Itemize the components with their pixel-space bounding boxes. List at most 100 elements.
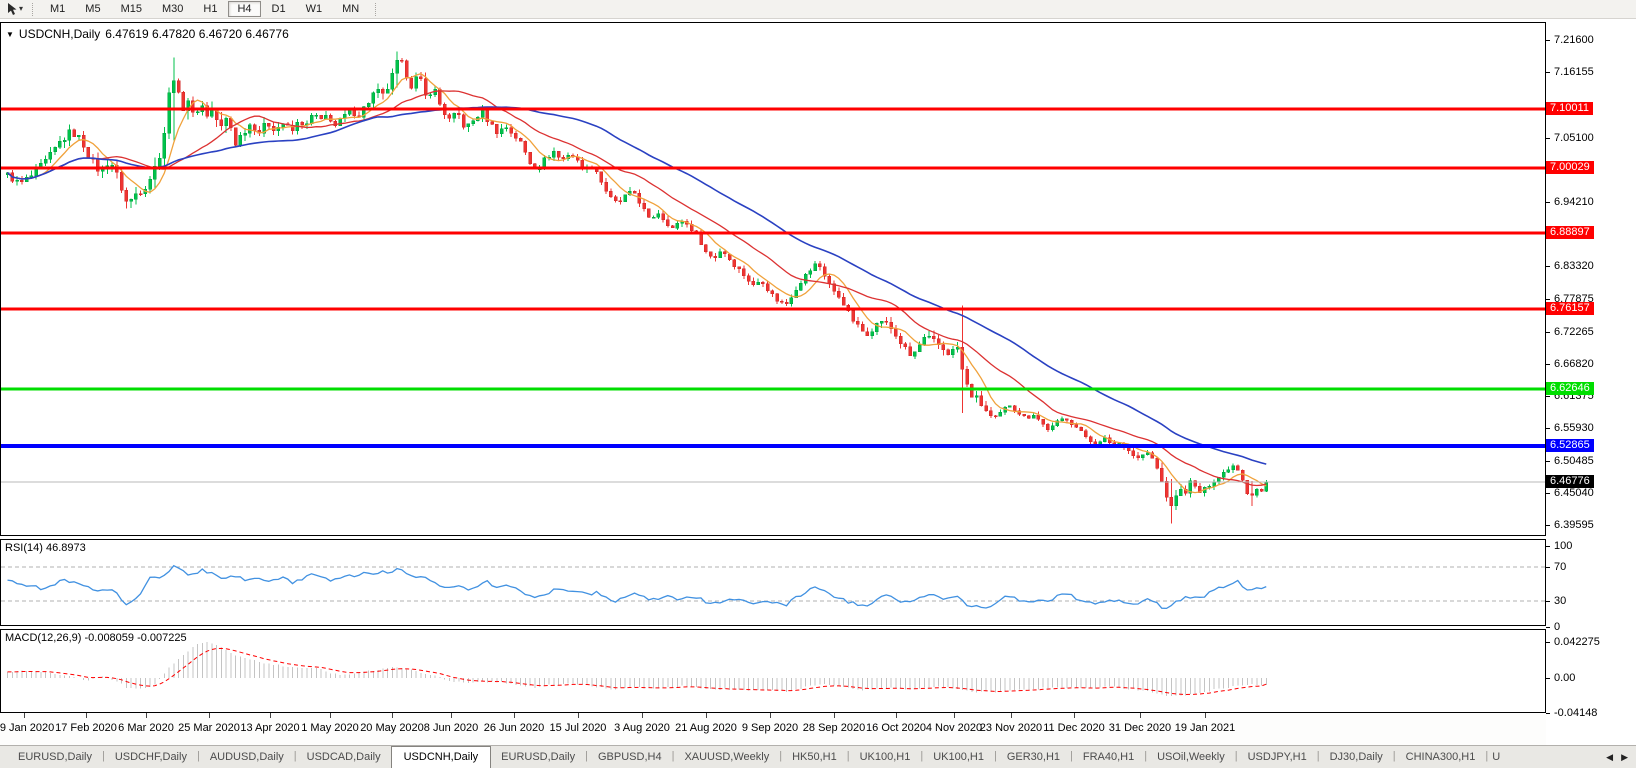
date-tick-mark [706,713,707,718]
price-tick-mark [1546,525,1550,526]
price-tick-mark [1546,461,1550,462]
date-tick-mark [1140,713,1141,718]
tab-scroll-left-icon[interactable]: ◀ [1606,752,1613,768]
price-tick-mark [1546,396,1550,397]
price-tick-label: 6.83320 [1554,260,1594,272]
main-chart-panel[interactable]: ▼ USDCNH,Daily 6.47619 6.47820 6.46720 6… [0,22,1546,536]
price-tick-mark [1546,299,1550,300]
date-tick-mark [330,713,331,718]
date-tick-mark [392,713,393,718]
date-tick-mark [451,713,452,718]
rsi-tick-label: 100 [1554,540,1572,552]
price-tick-label: 6.55930 [1554,422,1594,434]
chart-symbol-period: USDCNH,Daily [19,27,100,41]
timeframe-button-mn[interactable]: MN [333,1,368,17]
cursor-icon [6,2,18,16]
price-tick-mark [1546,428,1550,429]
rsi-tick-label: 70 [1554,561,1566,573]
main-chart-canvas[interactable] [1,23,1545,535]
price-tick-label: 6.66820 [1554,358,1594,370]
chevron-down-icon: ▾ [19,4,23,14]
date-tick-label: 19 Jan 2021 [1160,722,1250,734]
current-price-chip: 6.46776 [1546,475,1594,488]
moving-average-7 [8,74,1267,493]
price-tick-label: 7.05100 [1554,132,1594,144]
date-tick-mark [146,713,147,718]
time-axis[interactable]: 29 Jan 202017 Feb 20206 Mar 202025 Mar 2… [0,713,1546,745]
timeframe-button-m15[interactable]: M15 [112,1,151,17]
macd-tick-label: -0.04148 [1554,707,1597,719]
rsi-tick-mark [1546,546,1550,547]
date-tick-mark [1205,713,1206,718]
macd-signal-line [8,648,1267,694]
chart-tab-china300[interactable]: CHINA300,H1 [1396,746,1486,768]
tab-scroll-right-icon[interactable]: ▶ [1621,752,1628,768]
horizontal-level-lines [1,109,1545,446]
chart-tab-hk50[interactable]: HK50,H1 [782,746,847,768]
rsi-tick-mark [1546,567,1550,568]
price-tick-label: 7.16155 [1554,66,1594,78]
chart-tab-gbpusd[interactable]: GBPUSD,H4 [588,746,672,768]
chart-tab-uk100[interactable]: UK100,H1 [850,746,921,768]
price-tick-mark [1546,493,1550,494]
chart-tab-ger30[interactable]: GER30,H1 [997,746,1070,768]
price-axis[interactable]: 7.216007.161557.051006.942106.833206.778… [1546,20,1636,745]
date-tick-mark [834,713,835,718]
macd-canvas[interactable] [1,630,1545,712]
chart-tab-audusd[interactable]: AUDUSD,Daily [200,746,294,768]
price-tick-label: 6.72265 [1554,326,1594,338]
timeframe-toolbar: ▾ M1M5M15M30H1H4D1W1MN [0,0,1636,19]
chart-dropdown-icon[interactable]: ▼ [6,30,14,39]
toolbar-grip[interactable] [32,3,34,16]
cursor-tool-button[interactable]: ▾ [3,2,26,16]
price-tick-label: 6.45040 [1554,487,1594,499]
price-tick-mark [1546,364,1550,365]
timeframe-button-m5[interactable]: M5 [76,1,109,17]
rsi-line [8,566,1267,609]
chart-tab-fra40[interactable]: FRA40,H1 [1073,746,1144,768]
chart-tab-usdchf[interactable]: USDCHF,Daily [105,746,197,768]
date-tick-mark [1011,713,1012,718]
date-tick-mark [514,713,515,718]
mt4-window: ▾ M1M5M15M30H1H4D1W1MN ▼ USDCNH,Daily 6.… [0,0,1636,768]
chart-tab-uk100[interactable]: UK100,H1 [923,746,994,768]
chart-tab-usdcad[interactable]: USDCAD,Daily [297,746,391,768]
chart-tab-xauusd[interactable]: XAUUSD,Weekly [674,746,779,768]
price-level-chip: 7.10011 [1546,102,1593,115]
macd-tick-mark [1546,642,1550,643]
timeframe-button-m1[interactable]: M1 [41,1,74,17]
chart-tab-dj30[interactable]: DJ30,Daily [1320,746,1393,768]
price-level-chip: 6.88897 [1546,226,1594,239]
date-tick-mark [1074,713,1075,718]
rsi-tick-mark [1546,627,1550,628]
price-tick-mark [1546,202,1550,203]
chart-tab-eurusd[interactable]: EURUSD,Daily [491,746,585,768]
rsi-canvas[interactable] [1,540,1545,625]
rsi-panel[interactable]: RSI(14) 46.8973 [0,539,1546,626]
date-tick-mark [209,713,210,718]
chart-tab-usoil[interactable]: USOil,Weekly [1147,746,1235,768]
candles [6,52,1268,524]
price-tick-mark [1546,266,1550,267]
chart-tab-usdjpy[interactable]: USDJPY,H1 [1238,746,1317,768]
toolbar-grip[interactable] [375,3,377,16]
macd-tick-mark [1546,713,1550,714]
chart-tab-eurusd[interactable]: EURUSD,Daily [8,746,102,768]
chart-tab-usdcnh[interactable]: USDCNH,Daily [391,746,492,768]
chart-title: ▼ USDCNH,Daily 6.47619 6.47820 6.46720 6… [6,27,289,41]
timeframe-button-h4[interactable]: H4 [228,1,260,17]
timeframe-button-w1[interactable]: W1 [297,1,332,17]
price-tick-mark [1546,40,1550,41]
date-tick-mark [24,713,25,718]
timeframe-button-h1[interactable]: H1 [194,1,226,17]
chart-tab-truncated[interactable]: U [1488,746,1506,768]
date-tick-mark [86,713,87,718]
date-tick-mark [642,713,643,718]
chart-area: ▼ USDCNH,Daily 6.47619 6.47820 6.46720 6… [0,20,1636,745]
timeframe-button-m30[interactable]: M30 [153,1,192,17]
macd-panel[interactable]: MACD(12,26,9) -0.008059 -0.007225 [0,629,1546,713]
price-level-chip: 6.76157 [1546,302,1594,315]
timeframe-button-d1[interactable]: D1 [263,1,295,17]
price-tick-mark [1546,72,1550,73]
date-tick-mark [770,713,771,718]
